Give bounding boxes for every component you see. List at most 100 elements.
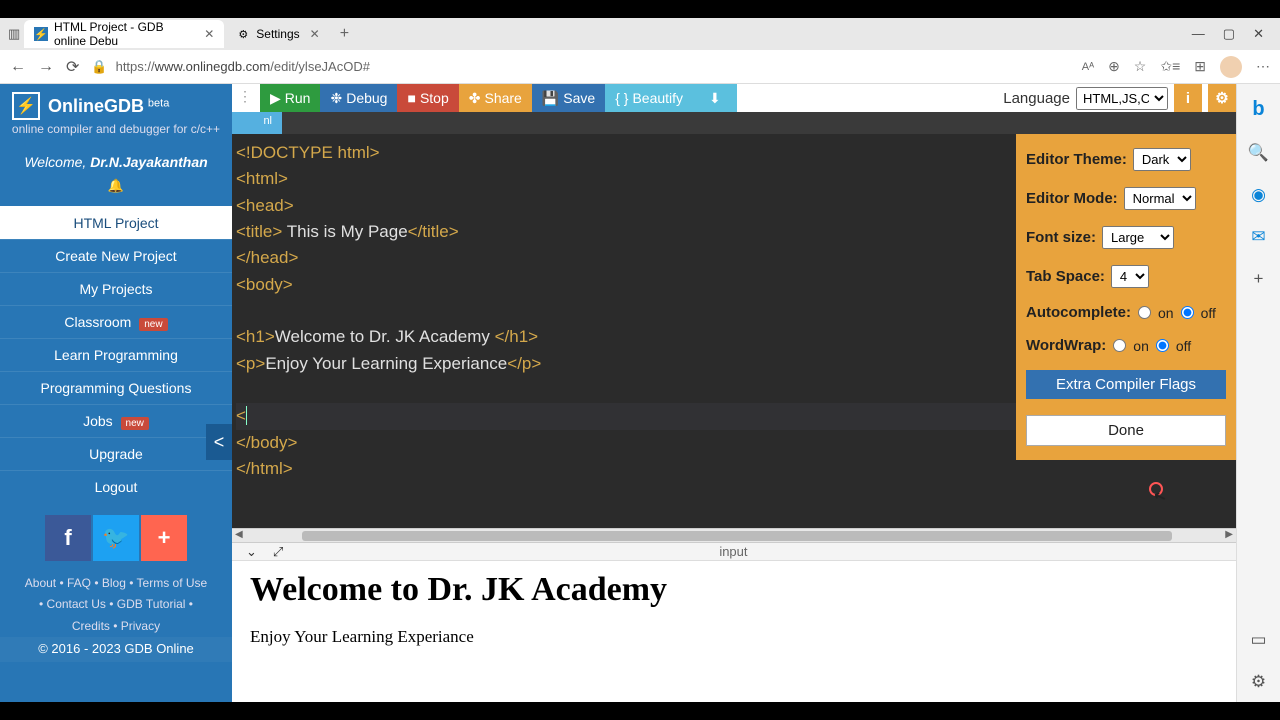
bolt-icon: ⚡ (12, 92, 40, 120)
close-icon[interactable]: ✕ (310, 27, 320, 41)
bolt-icon: ⚡ (34, 27, 48, 41)
bell-icon[interactable]: 🔔 (0, 178, 232, 206)
sidebar-item[interactable]: Programming Questions (0, 371, 232, 404)
sidebar-item[interactable]: Upgrade (0, 437, 232, 470)
output-pane: Welcome to Dr. JK Academy Enjoy Your Lea… (232, 560, 1236, 702)
save-button[interactable]: 💾Save (532, 84, 605, 112)
info-icon[interactable]: i (1174, 84, 1202, 112)
plus-icon[interactable]: + (1254, 269, 1264, 289)
sidebar-item[interactable]: Learn Programming (0, 338, 232, 371)
mode-select[interactable]: Normal (1124, 187, 1196, 210)
beautify-button[interactable]: { }Beautify (605, 84, 693, 112)
maximize-icon[interactable]: ▢ (1223, 26, 1235, 42)
expand-icon[interactable]: ⤢ (273, 544, 283, 560)
autocomplete-off-radio[interactable] (1181, 306, 1194, 319)
font-select[interactable]: Large (1102, 226, 1174, 249)
scrollbar-thumb[interactable] (302, 531, 1172, 541)
forward-icon[interactable]: → (38, 58, 54, 76)
browser-tab[interactable]: ⚙ Settings ✕ (226, 20, 329, 48)
search-icon[interactable]: 🔍 (1248, 143, 1269, 163)
download-icon: ⬇ (709, 90, 721, 107)
toolbar: ▶Run ❉Debug ■Stop ✤Share 💾Save { }Beauti… (232, 84, 1236, 112)
minimize-icon[interactable]: — (1192, 26, 1205, 42)
reload-icon[interactable]: ⟳ (66, 57, 79, 77)
settings-gear-icon[interactable]: ⚙ (1208, 84, 1236, 112)
close-icon[interactable]: ✕ (1253, 26, 1264, 42)
language-label: Language (1003, 90, 1070, 107)
file-tab[interactable]: nl (232, 112, 282, 134)
new-badge: new (139, 318, 167, 331)
tab-label: Tab Space: (1026, 268, 1105, 285)
bug-icon: ❉ (330, 90, 342, 107)
twitter-icon[interactable]: 🐦 (93, 515, 139, 561)
url-input[interactable]: 🔒 https://www.onlinegdb.com/edit/ylseJAc… (91, 59, 1069, 75)
language-select[interactable]: HTML,JS,CSS (1076, 87, 1168, 110)
share-icon: ✤ (469, 90, 481, 107)
collapse-sidebar-button[interactable]: < (206, 424, 232, 460)
output-paragraph: Enjoy Your Learning Experiance (250, 627, 1218, 647)
panel-collapse-bar[interactable]: ⌄ ⤢ input (232, 542, 1236, 560)
tagline: online compiler and debugger for c/c++ (0, 122, 232, 146)
gear-icon: ⚙ (236, 27, 250, 41)
sidebar-item[interactable]: My Projects (0, 272, 232, 305)
download-button[interactable]: ⬇ (693, 84, 737, 112)
debug-button[interactable]: ❉Debug (320, 84, 397, 112)
browser-side-panel: b 🔍 ◉ ✉ + ▭ ⚙ (1236, 84, 1280, 702)
stop-icon: ■ (407, 90, 415, 106)
wordwrap-off-radio[interactable] (1156, 339, 1169, 352)
sidebar-item[interactable]: Jobs new (0, 404, 232, 437)
sidebar-item[interactable]: HTML Project (0, 206, 232, 239)
extra-flags-button[interactable]: Extra Compiler Flags (1026, 370, 1226, 399)
autocomplete-on-radio[interactable] (1138, 306, 1151, 319)
favorites-icon[interactable]: ✩≡ (1160, 58, 1180, 75)
input-label: input (719, 544, 747, 559)
tab-select[interactable]: 4 (1111, 265, 1149, 288)
settings-panel: Editor Theme:Dark Editor Mode:Normal Fon… (1016, 134, 1236, 460)
zoom-icon[interactable]: ⊕ (1108, 58, 1120, 75)
plus-icon[interactable]: + (141, 515, 187, 561)
run-button[interactable]: ▶Run (260, 84, 320, 112)
share-button[interactable]: ✤Share (459, 84, 532, 112)
footer-links[interactable]: About • FAQ • Blog • Terms of Use • Cont… (0, 569, 232, 638)
star-icon[interactable]: ☆ (1134, 58, 1147, 75)
brand: OnlineGDB (48, 96, 144, 116)
facebook-icon[interactable]: f (45, 515, 91, 561)
nav-list: HTML ProjectCreate New ProjectMy Project… (0, 206, 232, 503)
bing-icon[interactable]: b (1252, 98, 1264, 121)
avatar[interactable] (1220, 56, 1242, 78)
back-icon[interactable]: ← (10, 58, 26, 76)
tab-title: Settings (256, 27, 299, 41)
save-icon: 💾 (542, 90, 559, 107)
new-badge: new (121, 417, 149, 430)
scroll-left-icon[interactable]: ◀ (232, 529, 246, 540)
copilot-icon[interactable]: ◉ (1251, 185, 1266, 205)
sidebar-item[interactable]: Classroom new (0, 305, 232, 338)
sidebar-item[interactable]: Create New Project (0, 239, 232, 272)
done-button[interactable]: Done (1026, 415, 1226, 446)
browser-address-bar: ← → ⟳ 🔒 https://www.onlinegdb.com/edit/y… (0, 50, 1280, 84)
tab-actions-icon[interactable]: ▥ (8, 26, 20, 42)
more-icon[interactable]: ⋯ (1256, 58, 1270, 75)
scroll-right-icon[interactable]: ▶ (1222, 529, 1236, 540)
file-tabs: nl (232, 112, 1236, 134)
wordwrap-on-radio[interactable] (1113, 339, 1126, 352)
close-icon[interactable]: ✕ (204, 27, 214, 41)
new-tab-button[interactable]: + (332, 25, 357, 43)
outlook-icon[interactable]: ✉ (1251, 227, 1265, 247)
text-size-icon[interactable]: Aᴬ (1082, 61, 1094, 73)
stop-button[interactable]: ■Stop (397, 84, 458, 112)
sidebar-item[interactable]: Logout (0, 470, 232, 503)
settings-icon[interactable]: ⚙ (1251, 672, 1266, 692)
horizontal-scrollbar[interactable]: ◀ ▶ (232, 528, 1236, 542)
collections-icon[interactable]: ⊞ (1194, 58, 1206, 75)
browser-tab-active[interactable]: ⚡ HTML Project - GDB online Debu ✕ (24, 20, 224, 48)
panel-icon[interactable]: ▭ (1250, 630, 1266, 650)
wordwrap-label: WordWrap: (1026, 337, 1106, 354)
play-icon: ▶ (270, 90, 281, 107)
lock-icon: 🔒 (91, 59, 107, 75)
tab-title: HTML Project - GDB online Debu (54, 20, 194, 48)
chevron-down-icon[interactable]: ⌄ (246, 544, 257, 560)
font-label: Font size: (1026, 229, 1096, 246)
drag-handle-icon[interactable] (238, 88, 248, 100)
theme-select[interactable]: Dark (1133, 148, 1191, 171)
